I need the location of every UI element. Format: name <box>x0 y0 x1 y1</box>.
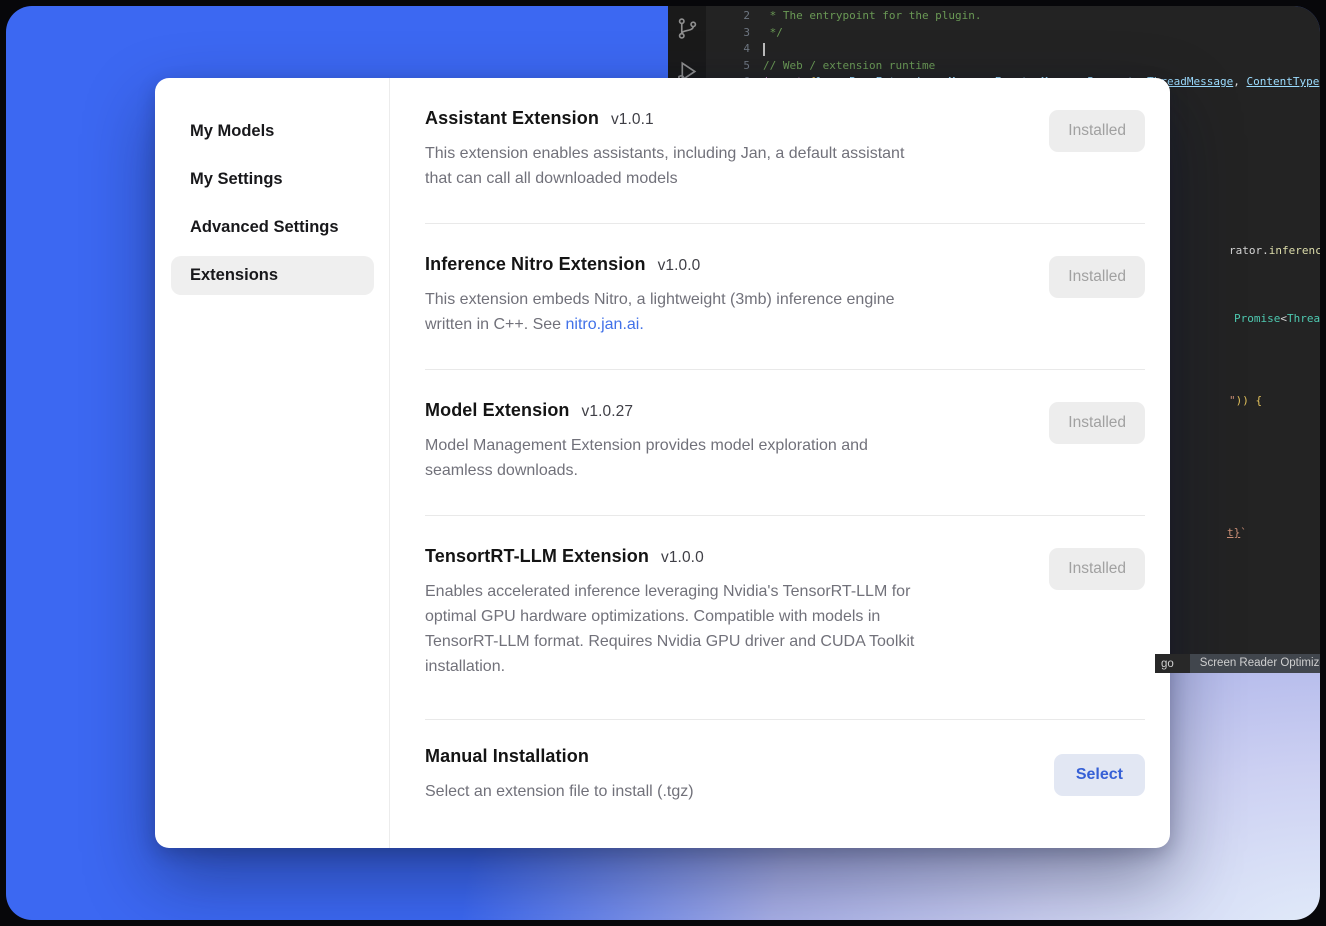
code-text: ` <box>1240 526 1247 539</box>
manual-installation-description: Select an extension file to install (.tg… <box>425 779 1034 804</box>
nitro-jan-ai-link[interactable]: nitro.jan.ai. <box>566 316 644 333</box>
extensions-list: Assistant Extension v1.0.1 This extension… <box>390 78 1170 848</box>
code-text: // Web / extension runtime <box>763 58 935 75</box>
code-fragment: Promise<ThreadMessage> <box>1181 298 1320 340</box>
extension-version: v1.0.0 <box>661 549 704 566</box>
code-text: ThreadMessage <box>1287 312 1320 325</box>
code-text: t} <box>1227 526 1240 539</box>
extension-name: Assistant Extension <box>425 108 599 128</box>
extension-title: TensortRT-LLM Extension v1.0.0 <box>425 546 1029 567</box>
code-line: 4 <box>706 41 1320 58</box>
extension-version: v1.0.27 <box>582 403 634 420</box>
installed-button[interactable]: Installed <box>1049 402 1145 444</box>
extension-row: TensortRT-LLM Extension v1.0.0 Enables ac… <box>425 516 1145 720</box>
extension-title: Assistant Extension v1.0.1 <box>425 108 1029 129</box>
code-line: 5// Web / extension runtime <box>706 58 1320 75</box>
code-fragment: t}` <box>1174 512 1247 554</box>
code-text: * The entrypoint for the plugin. <box>763 8 982 25</box>
installed-button[interactable]: Installed <box>1049 110 1145 152</box>
screen-reader-status[interactable]: Screen Reader Optimized <box>1190 654 1320 673</box>
description-line: Model Management Extension provides mode… <box>425 433 1029 458</box>
sidebar-item-extensions[interactable]: Extensions <box>171 256 374 295</box>
description-line: seamless downloads. <box>425 458 1029 483</box>
extension-version: v1.0.0 <box>658 257 701 274</box>
code-text: Promise <box>1234 312 1280 325</box>
code-text: , <box>1233 74 1246 91</box>
code-text: ContentType <box>1247 74 1320 91</box>
manual-installation-row: Manual Installation Select an extension … <box>425 720 1145 828</box>
extension-title: Model Extension v1.0.27 <box>425 400 1029 421</box>
line-number: 3 <box>706 25 763 42</box>
settings-panel: My Models My Settings Advanced Settings … <box>155 78 1170 848</box>
description-line: Select an extension file to install (.tg… <box>425 779 1034 804</box>
desktop-background: 2 * The entrypoint for the plugin. 3 */ … <box>0 0 1326 926</box>
sidebar-item-my-settings[interactable]: My Settings <box>171 160 374 199</box>
code-text: inference <box>1269 244 1320 257</box>
extension-description: Model Management Extension provides mode… <box>425 433 1029 483</box>
extension-description: This extension enables assistants, inclu… <box>425 141 1029 191</box>
description-line: that can call all downloaded models <box>425 166 1029 191</box>
sidebar-item-my-models[interactable]: My Models <box>171 112 374 151</box>
hero-scene: 2 * The entrypoint for the plugin. 3 */ … <box>6 6 1320 920</box>
extension-title: Inference Nitro Extension v1.0.0 <box>425 254 1029 275</box>
installed-button[interactable]: Installed <box>1049 548 1145 590</box>
line-number: 5 <box>706 58 763 75</box>
select-file-button[interactable]: Select <box>1054 754 1145 796</box>
text-cursor <box>763 43 765 56</box>
source-control-icon[interactable] <box>675 16 700 41</box>
code-line: 2 * The entrypoint for the plugin. <box>706 8 1320 25</box>
description-line: TensorRT-LLM format. Requires Nvidia GPU… <box>425 629 1029 654</box>
sidebar-item-advanced-settings[interactable]: Advanced Settings <box>171 208 374 247</box>
code-text: " <box>1229 394 1236 407</box>
manual-installation-title: Manual Installation <box>425 746 1034 767</box>
settings-sidebar: My Models My Settings Advanced Settings … <box>155 78 390 848</box>
code-text: )) { <box>1236 394 1263 407</box>
description-line: This extension enables assistants, inclu… <box>425 141 1029 166</box>
extension-name: Model Extension <box>425 400 570 420</box>
description-text: written in C++. See <box>425 316 566 333</box>
line-number: 2 <box>706 8 763 25</box>
code-text: rator. <box>1229 244 1269 257</box>
description-line: This extension embeds Nitro, a lightweig… <box>425 287 1029 312</box>
extension-description: This extension embeds Nitro, a lightweig… <box>425 287 1029 337</box>
extension-name: TensortRT-LLM Extension <box>425 546 649 566</box>
extension-row: Assistant Extension v1.0.1 This extension… <box>425 78 1145 224</box>
status-timestamp-fragment: go <box>1155 658 1174 670</box>
code-line: 3 */ <box>706 25 1320 42</box>
extension-name: Inference Nitro Extension <box>425 254 646 274</box>
installed-button[interactable]: Installed <box>1049 256 1145 298</box>
code-fragment: rator.inference(data)); <box>1176 230 1320 272</box>
description-line: optimal GPU hardware optimizations. Comp… <box>425 604 1029 629</box>
code-text: < <box>1280 312 1287 325</box>
line-number: 4 <box>706 41 763 58</box>
description-line: Enables accelerated inference leveraging… <box>425 579 1029 604</box>
editor-status-bar: go Screen Reader Optimized <box>1155 654 1320 673</box>
extension-version: v1.0.1 <box>611 111 654 128</box>
description-line: written in C++. See nitro.jan.ai. <box>425 312 1029 337</box>
description-line: installation. <box>425 654 1029 679</box>
code-text: */ <box>763 25 783 42</box>
extension-row: Inference Nitro Extension v1.0.0 This ext… <box>425 224 1145 370</box>
code-fragment: ")) { <box>1176 380 1262 422</box>
extension-row: Model Extension v1.0.27 Model Management … <box>425 370 1145 516</box>
extension-description: Enables accelerated inference leveraging… <box>425 579 1029 679</box>
